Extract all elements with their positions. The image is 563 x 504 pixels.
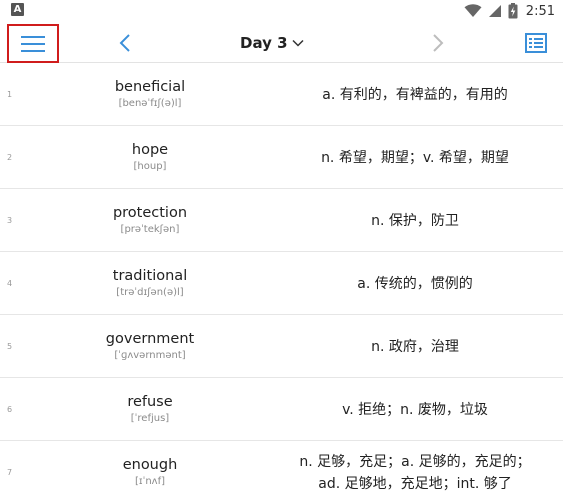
- word-text: traditional: [112, 268, 188, 284]
- phonetic-text: [benəˈfɪʃ(ə)l]: [118, 98, 182, 109]
- notification-a-icon: A: [11, 3, 24, 16]
- day-title: Day 3: [240, 34, 288, 52]
- wifi-icon: [464, 4, 482, 17]
- status-bar: A 2:51: [0, 0, 563, 22]
- row-index: 6: [7, 405, 13, 414]
- word-list: 1 beneficial [benəˈfɪʃ(ə)l] a. 有利的，有裨益的，…: [0, 63, 563, 504]
- word-column: government [ˈɡʌvərnmənt]: [40, 315, 260, 378]
- row-index: 4: [7, 279, 13, 288]
- word-row[interactable]: 6 refuse [ˈrefjus] v. 拒绝；n. 废物，垃圾: [0, 378, 563, 441]
- word-row[interactable]: 3 protection [prəˈtekʃən] n. 保护，防卫: [0, 189, 563, 252]
- hamburger-menu-icon: [21, 35, 45, 52]
- word-column: beneficial [benəˈfɪʃ(ə)l]: [40, 63, 260, 126]
- row-index: 3: [7, 216, 13, 225]
- word-row[interactable]: 1 beneficial [benəˈfɪʃ(ə)l] a. 有利的，有裨益的，…: [0, 63, 563, 126]
- phonetic-text: [ɪˈnʌf]: [134, 476, 166, 487]
- word-text: enough: [122, 457, 178, 473]
- phonetic-text: [trəˈdɪʃən(ə)l]: [116, 287, 184, 298]
- word-column: refuse [ˈrefjus]: [40, 378, 260, 441]
- definition-column: a. 有利的，有裨益的，有用的: [270, 63, 560, 126]
- chevron-right-icon: [433, 34, 444, 52]
- word-text: refuse: [127, 394, 173, 410]
- definition-column: v. 拒绝；n. 废物，垃圾: [270, 378, 560, 441]
- definition-line: ad. 足够地，充足地；int. 够了: [318, 475, 512, 492]
- phonetic-text: [ˈɡʌvərnmənt]: [114, 350, 186, 361]
- toolbar: Day 3: [0, 22, 563, 63]
- phonetic-text: [ˈrefjus]: [130, 413, 170, 424]
- word-text: beneficial: [114, 79, 186, 95]
- word-row[interactable]: 2 hope [houp] n. 希望，期望；v. 希望，期望: [0, 126, 563, 189]
- definition-column: n. 保护，防卫: [270, 189, 560, 252]
- previous-day-button[interactable]: [114, 30, 136, 56]
- status-time: 2:51: [525, 3, 555, 19]
- status-icons: 2:51: [464, 2, 555, 20]
- list-view-button[interactable]: [523, 30, 549, 56]
- word-row[interactable]: 5 government [ˈɡʌvərnmənt] n. 政府，治理: [0, 315, 563, 378]
- menu-button[interactable]: [7, 24, 59, 63]
- row-index: 2: [7, 153, 13, 162]
- definition-column: n. 希望，期望；v. 希望，期望: [270, 126, 560, 189]
- chevron-down-icon: [292, 39, 304, 47]
- word-row[interactable]: 7 enough [ɪˈnʌf] n. 足够，充足；a. 足够的，充足的； ad.…: [0, 441, 563, 504]
- word-row[interactable]: 4 traditional [trəˈdɪʃən(ə)l] a. 传统的，惯例的: [0, 252, 563, 315]
- word-column: hope [houp]: [40, 126, 260, 189]
- list-icon: [525, 33, 547, 53]
- chevron-left-icon: [119, 34, 130, 52]
- definition-line: n. 足够，充足；a. 足够的，充足的；: [299, 453, 531, 470]
- definition-line: n. 希望，期望；v. 希望，期望: [321, 149, 509, 166]
- definition-column: n. 政府，治理: [270, 315, 560, 378]
- definition-line: n. 保护，防卫: [371, 212, 459, 229]
- definition-line: n. 政府，治理: [371, 338, 459, 355]
- definition-line: a. 传统的，惯例的: [357, 275, 473, 292]
- definition-line: a. 有利的，有裨益的，有用的: [322, 86, 508, 103]
- next-day-button[interactable]: [427, 30, 449, 56]
- definition-column: a. 传统的，惯例的: [270, 252, 560, 315]
- signal-icon: [488, 5, 501, 17]
- word-text: government: [105, 331, 195, 347]
- phonetic-text: [prəˈtekʃən]: [120, 224, 180, 235]
- battery-charging-icon: [508, 3, 518, 19]
- row-index: 7: [7, 468, 13, 477]
- definition-column: n. 足够，充足；a. 足够的，充足的； ad. 足够地，充足地；int. 够了: [270, 441, 560, 504]
- row-index: 1: [7, 90, 13, 99]
- word-column: traditional [trəˈdɪʃən(ə)l]: [40, 252, 260, 315]
- day-selector[interactable]: Day 3: [240, 32, 304, 54]
- word-text: protection: [112, 205, 188, 221]
- phonetic-text: [houp]: [133, 161, 167, 172]
- row-index: 5: [7, 342, 13, 351]
- word-column: enough [ɪˈnʌf]: [40, 441, 260, 504]
- word-column: protection [prəˈtekʃən]: [40, 189, 260, 252]
- definition-line: v. 拒绝；n. 废物，垃圾: [342, 401, 488, 418]
- word-text: hope: [131, 142, 169, 158]
